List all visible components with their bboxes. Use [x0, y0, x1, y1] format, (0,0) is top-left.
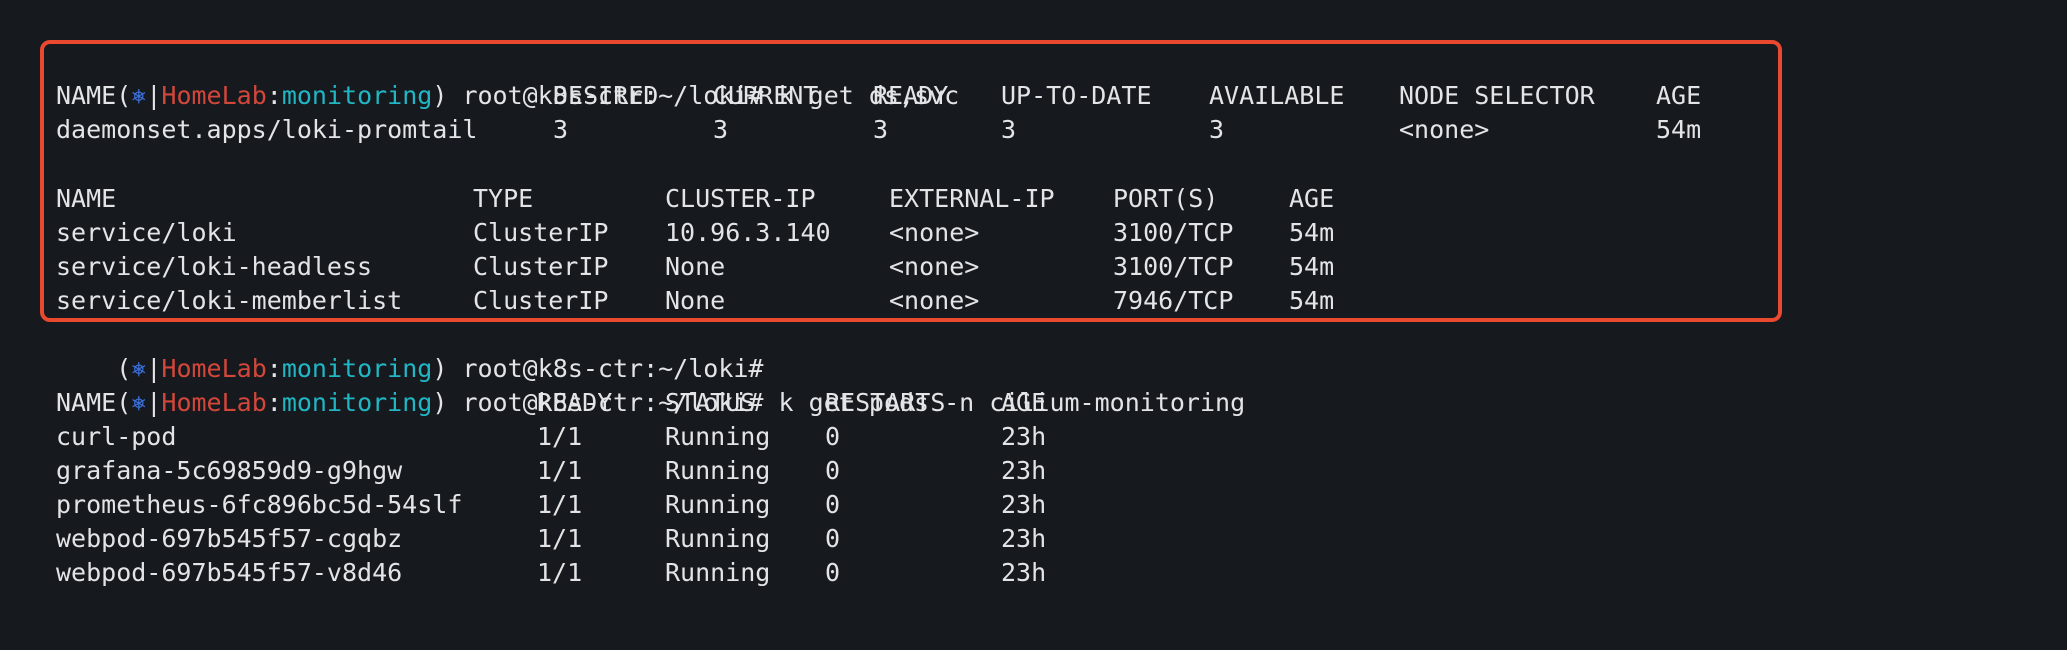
table-cell: Running [665, 422, 771, 451]
terminal-bottom-edge [0, 607, 2067, 650]
column-header: STATUS [665, 388, 756, 417]
terminal-window[interactable]: (⎈|HomeLab:monitoring) root@k8s-ctr:~/lo… [0, 0, 2067, 650]
table-cell: daemonset.apps/loki-promtail [56, 115, 478, 144]
table-cell: 23h [1001, 456, 1047, 485]
table-cell: None [665, 252, 726, 281]
table-cell: 1/1 [537, 524, 583, 553]
column-header: EXTERNAL-IP [889, 184, 1055, 213]
table-row: webpod-697b545f57-v8d46 1/1 Running 0 23… [56, 556, 1156, 590]
table-cell: 23h [1001, 490, 1047, 519]
table-row: service/loki-headless ClusterIP None <no… [56, 250, 1456, 284]
table-row: webpod-697b545f57-cgqbz 1/1 Running 0 23… [56, 522, 1156, 556]
table-cell: 54m [1289, 252, 1335, 281]
prompt-line: (⎈|HomeLab:monitoring) root@k8s-ctr:~/lo… [56, 352, 1245, 417]
table-cell: curl-pod [56, 422, 177, 451]
table-cell: 0 [825, 422, 841, 451]
table-row: curl-pod 1/1 Running 0 23h [56, 420, 1156, 454]
column-header: RESTARTS [825, 388, 946, 417]
table-cell: Running [665, 490, 771, 519]
column-header: CURRENT [713, 81, 819, 110]
table-cell: webpod-697b545f57-cgqbz [56, 524, 403, 553]
table-cell: Running [665, 558, 771, 587]
prompt-line: (⎈|HomeLab:monitoring) root@k8s-ctr:~/lo… [56, 318, 763, 383]
table-header: NAME DESIRED CURRENT READY UP-TO-DATE AV… [56, 79, 1756, 113]
table-cell: 1/1 [537, 456, 583, 485]
table-cell: 0 [825, 524, 841, 553]
prompt-line: (⎈|HomeLab:monitoring) root@k8s-ctr:~/lo… [56, 45, 959, 110]
table-cell: 3 [1001, 115, 1017, 144]
table-cell: service/loki-headless [56, 252, 373, 281]
table-row: grafana-5c69859d9-g9hgw 1/1 Running 0 23… [56, 454, 1156, 488]
table-cell: 3 [1209, 115, 1225, 144]
table-cell: 0 [825, 558, 841, 587]
table-header: NAME READY STATUS RESTARTS AGE [56, 386, 1156, 420]
table-cell: 1/1 [537, 558, 583, 587]
table-cell: 54m [1656, 115, 1702, 144]
column-header: PORT(S) [1113, 184, 1219, 213]
column-header: CLUSTER-IP [665, 184, 816, 213]
column-header: AGE [1289, 184, 1335, 213]
column-header: TYPE [473, 184, 534, 213]
table-cell: Running [665, 524, 771, 553]
table-cell: 3 [713, 115, 729, 144]
column-header: AVAILABLE [1209, 81, 1345, 110]
column-header: NODE SELECTOR [1399, 81, 1595, 110]
column-header: NAME [56, 81, 117, 110]
column-header: NAME [56, 388, 117, 417]
column-header: READY [873, 81, 949, 110]
table-cell: service/loki-memberlist [56, 286, 403, 315]
table-row: service/loki ClusterIP 10.96.3.140 <none… [56, 216, 1456, 250]
table-cell: ClusterIP [473, 252, 609, 281]
table-cell: prometheus-6fc896bc5d-54slf [56, 490, 463, 519]
table-cell: 1/1 [537, 422, 583, 451]
table-row: daemonset.apps/loki-promtail 3 3 3 3 3 <… [56, 113, 1756, 147]
table-cell: 54m [1289, 286, 1335, 315]
table-cell: 3 [873, 115, 889, 144]
column-header: UP-TO-DATE [1001, 81, 1152, 110]
table-cell: 23h [1001, 558, 1047, 587]
column-header: AGE [1001, 388, 1047, 417]
table-header: NAME TYPE CLUSTER-IP EXTERNAL-IP PORT(S)… [56, 182, 1456, 216]
table-row: service/loki-memberlist ClusterIP None <… [56, 284, 1456, 318]
table-cell: 0 [825, 456, 841, 485]
column-header: DESIRED [553, 81, 659, 110]
table-cell: 7946/TCP [1113, 286, 1234, 315]
table-cell: 1/1 [537, 490, 583, 519]
table-cell: ClusterIP [473, 286, 609, 315]
table-cell: 54m [1289, 218, 1335, 247]
table-cell: service/loki [56, 218, 237, 247]
table-cell: 23h [1001, 524, 1047, 553]
table-cell: <none> [1399, 115, 1490, 144]
table-cell: <none> [889, 252, 980, 281]
table-row: prometheus-6fc896bc5d-54slf 1/1 Running … [56, 488, 1156, 522]
table-cell: None [665, 286, 726, 315]
column-header: READY [537, 388, 613, 417]
table-cell: 10.96.3.140 [665, 218, 831, 247]
table-cell: 0 [825, 490, 841, 519]
column-header: NAME [56, 184, 117, 213]
table-cell: webpod-697b545f57-v8d46 [56, 558, 403, 587]
table-cell: 3100/TCP [1113, 252, 1234, 281]
table-cell: 23h [1001, 422, 1047, 451]
table-cell: ClusterIP [473, 218, 609, 247]
table-cell: <none> [889, 286, 980, 315]
column-header: AGE [1656, 81, 1702, 110]
table-cell: 3 [553, 115, 569, 144]
table-cell: Running [665, 456, 771, 485]
table-cell: 3100/TCP [1113, 218, 1234, 247]
table-cell: <none> [889, 218, 980, 247]
table-cell: grafana-5c69859d9-g9hgw [56, 456, 403, 485]
